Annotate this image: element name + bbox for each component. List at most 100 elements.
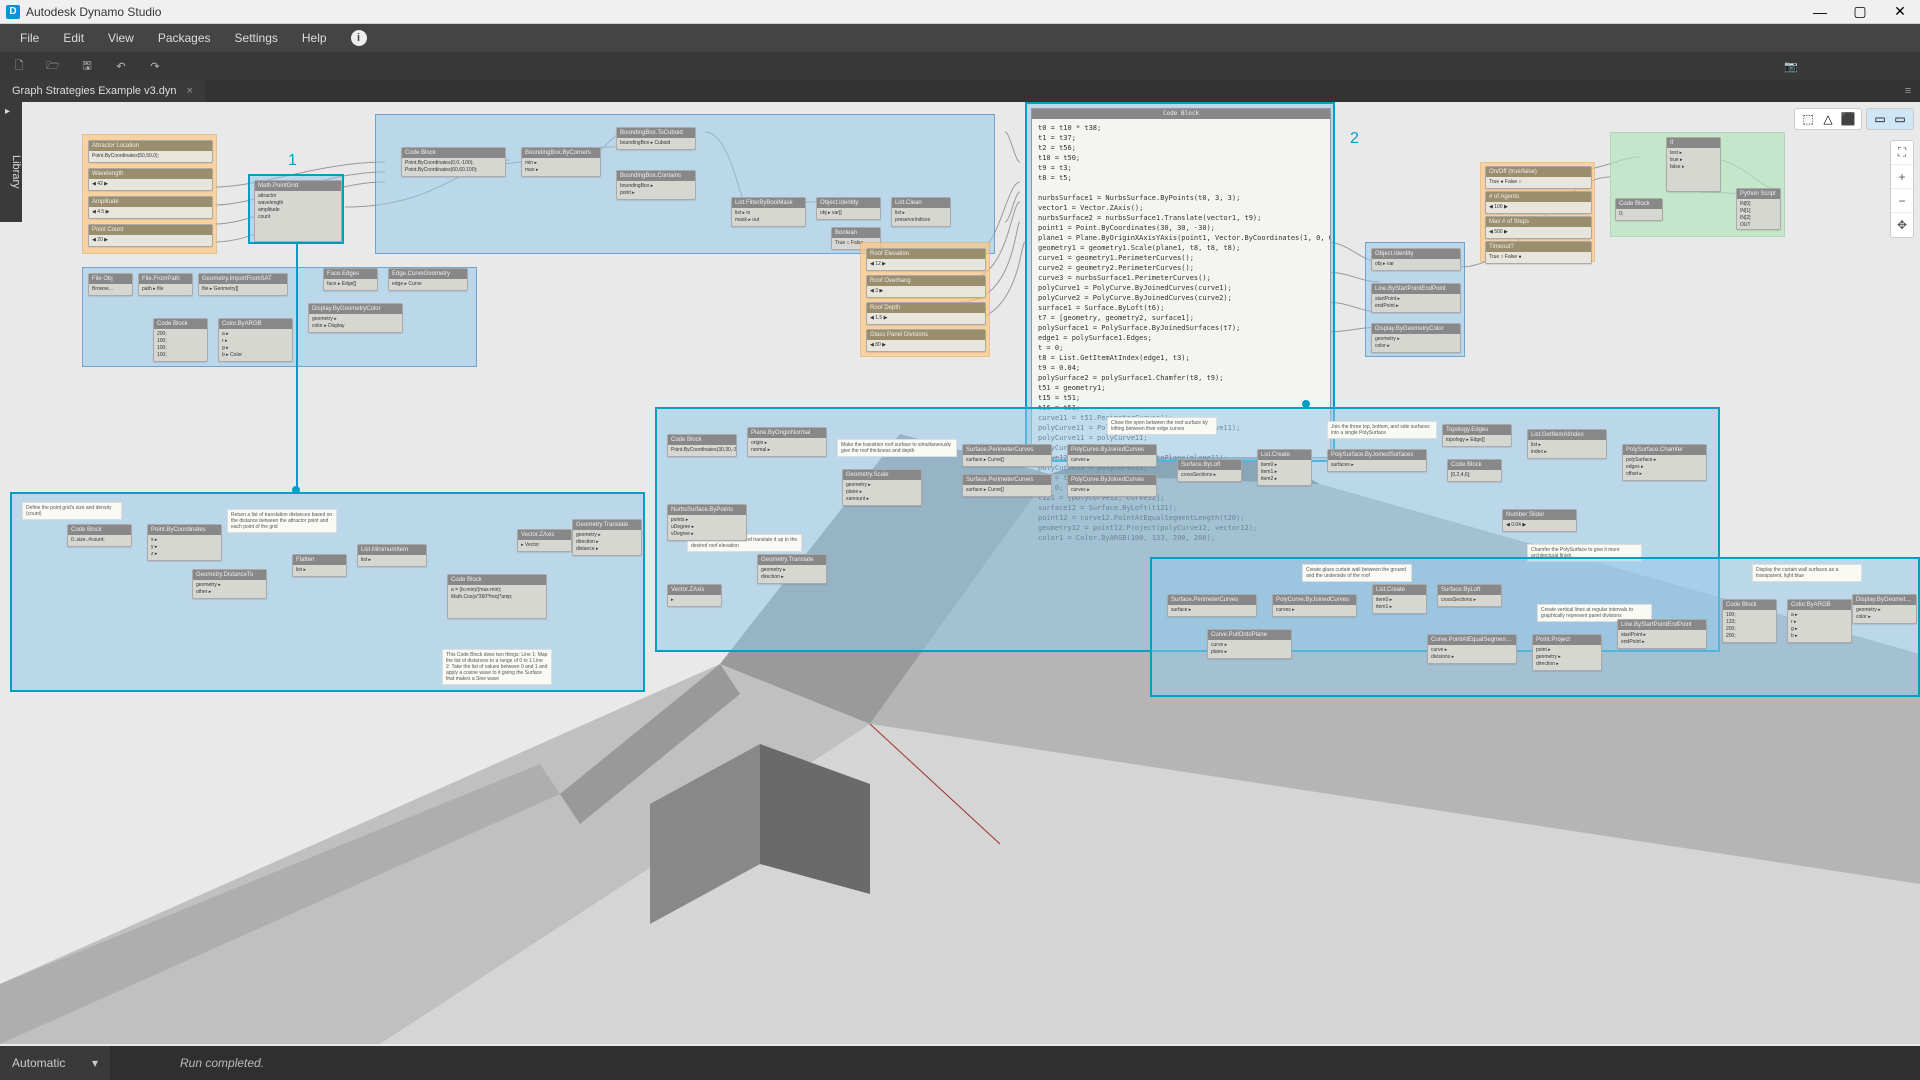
d2-polysurface-join[interactable]: PolySurface.ByJoinedSurfacessurfaces ▸	[1327, 449, 1427, 472]
minimize-button[interactable]: —	[1800, 0, 1840, 24]
node-list-min[interactable]: List.MinimumItemlist ▸	[357, 544, 427, 567]
d3-color[interactable]: Color.ByARGBa ▸r ▸g ▸b ▸	[1787, 599, 1852, 643]
node-file-obj[interactable]: File Obj Browse...	[88, 273, 133, 296]
close-button[interactable]: ✕	[1880, 0, 1920, 24]
library-panel-tab[interactable]: ▸ Library	[0, 102, 22, 222]
node-code-block-small[interactable]: Code Block 0;	[1615, 198, 1663, 221]
d3-polycurve[interactable]: PolyCurve.ByJoinedCurvescurves ▸	[1272, 594, 1357, 617]
menu-help[interactable]: Help	[290, 26, 339, 50]
zoom-out-button[interactable]: −	[1891, 189, 1913, 213]
node-vector-zaxis[interactable]: Vector.ZAxis▸ Vector	[517, 529, 572, 552]
zoom-in-button[interactable]: +	[1891, 165, 1913, 189]
node-steps[interactable]: Max # of Steps ◀ 500 ▶	[1485, 216, 1592, 239]
node-code-block[interactable]: Code Block Point.ByCoordinates(0,0,-100)…	[401, 147, 506, 177]
d3-surface-loft[interactable]: Surface.ByLoftcrossSections ▸	[1437, 584, 1502, 607]
graph-view-toggle[interactable]: ▭ ▭	[1866, 108, 1914, 130]
menu-settings[interactable]: Settings	[223, 26, 290, 50]
d2-number-slider[interactable]: Number Slider◀ 0.04 ▶	[1502, 509, 1577, 532]
zoom-fit-button[interactable]: ⛶	[1891, 141, 1913, 165]
node-geom-distanceto[interactable]: Geometry.DistanceTogeometry ▸other ▸	[192, 569, 267, 599]
d3-line[interactable]: Line.ByStartPointEndPointstartPoint ▸end…	[1617, 619, 1707, 649]
menu-packages[interactable]: Packages	[146, 26, 223, 50]
detail-panel-1[interactable]: Define the point grid's size and density…	[10, 492, 645, 692]
d2-polycurve2[interactable]: PolyCurve.ByJoinedCurvescurves ▸	[1067, 474, 1157, 497]
node-flatten[interactable]: Flattenlist ▸	[292, 554, 347, 577]
tabstrip-menu-icon[interactable]: ≡	[1896, 80, 1920, 102]
d2-surface-loft[interactable]: Surface.ByLoftcrossSections ▸	[1177, 459, 1242, 482]
node-code-block-argb[interactable]: Code Block 200;100;100;100;	[153, 318, 208, 362]
node-onoff[interactable]: On/Off (true/false) True ● False ○	[1485, 166, 1592, 189]
d2-topology-edges[interactable]: Topology.Edgestopology ▸ Edge[]	[1442, 424, 1512, 447]
node-code-block-d1b[interactable]: Code Blocka = (ls-min)/(max-min);Math.Co…	[447, 574, 547, 619]
geometry-view-toggle[interactable]: ⬚ △ ⬛	[1794, 108, 1862, 130]
save-file-icon[interactable]: 🖫	[78, 57, 96, 75]
document-tab[interactable]: Graph Strategies Example v3.dyn ×	[0, 80, 205, 102]
node-face-edges[interactable]: Face.Edges face ▸ Edge[]	[323, 268, 378, 291]
node-glass-panel[interactable]: Glass Panel Divisions ◀ 80 ▶	[866, 329, 986, 352]
d2-nurbssurface[interactable]: NurbsSurface.ByPointspoints ▸uDegree ▸vD…	[667, 504, 747, 541]
d2-geom-scale[interactable]: Geometry.Scalegeometry ▸plane ▸xamount ▸	[842, 469, 922, 506]
group-if-python[interactable]: If test ▸true ▸false ▸ Code Block 0; Pyt…	[1610, 132, 1785, 237]
tab-close-icon[interactable]: ×	[186, 85, 192, 97]
node-roof-overhang[interactable]: Roof Overhang ◀ 3 ▶	[866, 275, 986, 298]
node-linework[interactable]: Line.ByStartPointEndPoint startPoint ▸en…	[1371, 283, 1461, 313]
node-display-color[interactable]: Display.ByGeometryColor geometry ▸color …	[1371, 323, 1461, 353]
menu-file[interactable]: File	[8, 26, 51, 50]
d3-code-block[interactable]: Code Block100;133;200;200;	[1722, 599, 1777, 643]
node-point-bycoords[interactable]: Point.ByCoordinatesx ▸y ▸z ▸	[147, 524, 222, 561]
info-icon[interactable]: i	[351, 30, 367, 46]
d2-plane-byorigin[interactable]: Plane.ByOriginNormalorigin ▸normal ▸	[747, 427, 827, 457]
node-amplitude[interactable]: Amplitude ◀ 4.5 ▶	[88, 196, 213, 219]
group-inputs[interactable]: Attractor Location Point.ByCoordinates(5…	[82, 134, 217, 254]
menu-edit[interactable]: Edit	[51, 26, 96, 50]
pan-button[interactable]: ✥	[1891, 213, 1913, 237]
node-math-pointgrid[interactable]: Math.PointGrid attractorwavelengthamplit…	[254, 180, 342, 242]
undo-icon[interactable]: ↶	[112, 57, 130, 75]
d3-display[interactable]: Display.ByGeometryColorgeometry ▸color ▸	[1852, 594, 1917, 624]
node-code-block-d1a[interactable]: Code Block0..size..#count;	[67, 524, 132, 547]
node-geom-translate[interactable]: Geometry.Translategeometry ▸direction ▸d…	[572, 519, 642, 556]
node-if[interactable]: If test ▸true ▸false ▸	[1666, 137, 1721, 192]
node-list-filter[interactable]: List.FilterByBoolMask list ▸ inmask ▸ ou…	[731, 197, 806, 227]
node-edge-curve[interactable]: Edge.CurveGeometry edge ▸ Curve	[388, 268, 468, 291]
open-file-icon[interactable]: 🗁	[44, 57, 62, 75]
group-bounding-filter[interactable]: Code Block Point.ByCoordinates(0,0,-100)…	[375, 114, 995, 254]
node-file-from-path[interactable]: File.FromPath path ▸ file	[138, 273, 193, 296]
group-display-outputs[interactable]: Object.Identity obj ▸ var Line.ByStartPo…	[1365, 242, 1465, 357]
node-point-count[interactable]: Point Count ◀ 20 ▶	[88, 224, 213, 247]
node-bbox-contains[interactable]: BoundingBox.Contains boundingBox ▸point …	[616, 170, 696, 200]
d3-curve-pullplane[interactable]: Curve.PullOntoPlanecurve ▸plane ▸	[1207, 629, 1292, 659]
node-roof-elevation[interactable]: Roof Elevation ◀ 12 ▶	[866, 248, 986, 271]
node-bbox-tocuboid[interactable]: BoundingBox.ToCuboid boundingBox ▸ Cuboi…	[616, 127, 696, 150]
node-obj-identity2[interactable]: Object.Identity obj ▸ var	[1371, 248, 1461, 271]
node-python-script[interactable]: Python Script IN[0]IN[1]IN[2]OUT	[1736, 188, 1781, 230]
node-agents[interactable]: # of Agents ◀ 100 ▶	[1485, 191, 1592, 214]
d2-list-getitem[interactable]: List.GetItemAtIndexlist ▸index ▸	[1527, 429, 1607, 459]
d2-list-create[interactable]: List.Createitem0 ▸item1 ▸item2 ▸	[1257, 449, 1312, 486]
d2-code-block[interactable]: Code BlockPoint.ByCoordinates(30,30,-30)…	[667, 434, 737, 457]
group-agent-params[interactable]: On/Off (true/false) True ● False ○ # of …	[1480, 162, 1595, 262]
d2-vectorz[interactable]: Vector.ZAxis▸	[667, 584, 722, 607]
node-list-clean[interactable]: List.Clean list ▸preserveIndices	[891, 197, 951, 227]
node-large-code-block[interactable]: Code Block t0 = t10 * t38; t1 = t37; t2 …	[1031, 108, 1331, 458]
maximize-button[interactable]: ▢	[1840, 0, 1880, 24]
d2-perimeter1[interactable]: Surface.PerimeterCurvessurface ▸ Curve[]	[962, 444, 1052, 467]
new-file-icon[interactable]: 🗋	[10, 57, 28, 75]
group-file-import[interactable]: File Obj Browse... File.FromPath path ▸ …	[82, 267, 477, 367]
node-bbox-bycorners[interactable]: BoundingBox.ByCorners min ▸max ▸	[521, 147, 601, 177]
detail-panel-3[interactable]: Create glass curtain wall between the gr…	[1150, 557, 1920, 697]
d2-code-block-idx[interactable]: Code Block[0,2,4,6];	[1447, 459, 1502, 482]
d3-list-create[interactable]: List.Createitem0 ▸item1 ▸	[1372, 584, 1427, 614]
node-timeout[interactable]: Timeout? True ○ False ●	[1485, 241, 1592, 264]
node-wavelength[interactable]: Wavelength ◀ 42 ▶	[88, 168, 213, 191]
camera-icon[interactable]: 📷	[1782, 57, 1800, 75]
d3-point-project[interactable]: Point.Projectpoint ▸geometry ▸direction …	[1532, 634, 1602, 671]
graph-canvas[interactable]: ▸ Library ⬚ △ ⬛ ▭ ▭ ⛶ + − ✥	[0, 102, 1920, 1046]
run-mode-dropdown[interactable]: Automatic ▾	[0, 1046, 110, 1080]
node-display-bygeom[interactable]: Display.ByGeometryColor geometry ▸color …	[308, 303, 403, 333]
group-pointgrid-highlight[interactable]: Math.PointGrid attractorwavelengthamplit…	[248, 174, 344, 244]
node-roof-depth[interactable]: Roof Depth ◀ 1.5 ▶	[866, 302, 986, 325]
d2-geom-translate[interactable]: Geometry.Translategeometry ▸direction ▸	[757, 554, 827, 584]
node-attractor-location[interactable]: Attractor Location Point.ByCoordinates(5…	[88, 140, 213, 163]
d3-perimeter[interactable]: Surface.PerimeterCurvessurface ▸	[1167, 594, 1257, 617]
